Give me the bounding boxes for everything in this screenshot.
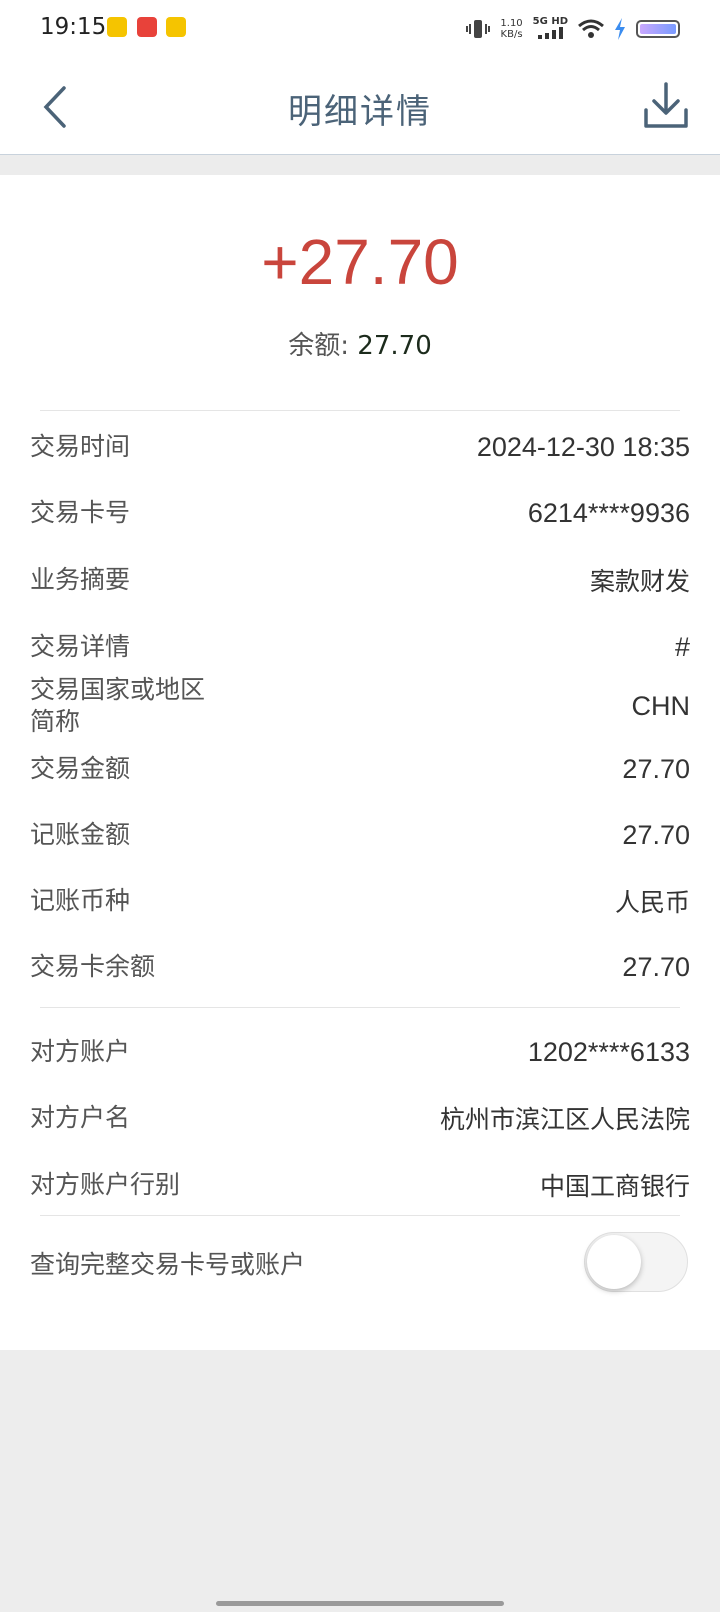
home-indicator[interactable]: [216, 1601, 504, 1606]
counterparty-row-bank: 对方账户行别 中国工商银行: [30, 1153, 690, 1217]
notification-app-icon: [166, 17, 186, 37]
vibrate-icon: [466, 20, 491, 38]
row-label: 对方账户行别: [30, 1170, 181, 1199]
status-bar: 19:15 1.10 KB/s 5G HD: [0, 0, 720, 56]
net-speed-unit: KB/s: [500, 29, 523, 40]
row-label: 业务摘要: [30, 565, 131, 594]
row-value: 案款财发: [589, 567, 690, 596]
net-speed: 1.10 KB/s: [500, 18, 522, 40]
detail-row-transaction-amount: 交易金额 27.70: [30, 737, 690, 801]
detail-card: +27.70 余额: 27.70 交易时间 2024-12-30 18:35 交…: [0, 175, 720, 1350]
row-value: 中国工商银行: [539, 1172, 690, 1201]
row-value: 杭州市滨江区人民法院: [439, 1105, 690, 1134]
detail-row-card-number: 交易卡号 6214****9936: [30, 481, 690, 545]
row-value: CHN: [631, 690, 691, 721]
notification-app-icon: [107, 17, 127, 37]
row-value: 6214****9936: [527, 497, 690, 528]
signal-icon: [538, 27, 564, 39]
detail-row-summary: 业务摘要 案款财发: [30, 548, 690, 612]
row-label: 交易卡余额: [30, 952, 156, 981]
detail-row-posted-amount: 记账金额 27.70: [30, 803, 690, 867]
network-indicator: 5G HD: [533, 16, 568, 42]
download-icon[interactable]: [642, 80, 690, 132]
row-label: 记账币种: [30, 886, 131, 915]
row-label-line1: 交易国家或地区: [30, 675, 206, 704]
net-speed-value: 1.10: [500, 18, 523, 29]
row-value: 2024-12-30 18:35: [476, 431, 690, 462]
row-label: 交易国家或地区 简称: [30, 674, 205, 738]
row-value: #: [674, 631, 690, 662]
detail-row-country: 交易国家或地区 简称 CHN: [30, 672, 690, 740]
divider: [40, 1215, 680, 1216]
row-label: 对方户名: [30, 1103, 131, 1132]
divider: [40, 410, 680, 411]
detail-row-currency: 记账币种 人民币: [30, 869, 690, 933]
separator-band: [0, 155, 720, 175]
balance-label: 余额:: [288, 331, 350, 361]
row-label: 交易卡号: [30, 498, 131, 527]
status-time: 19:15: [40, 14, 107, 40]
row-label-line2: 简称: [30, 707, 81, 736]
detail-row-transaction-time: 交易时间 2024-12-30 18:35: [30, 415, 690, 479]
row-value: 27.70: [622, 951, 690, 982]
row-label: 交易详情: [30, 632, 131, 661]
full-number-toggle[interactable]: [584, 1232, 688, 1292]
notification-app-icon: [137, 17, 157, 37]
row-value: 27.70: [622, 819, 690, 850]
page-title: 明细详情: [288, 92, 432, 132]
network-label: 5G HD: [532, 16, 568, 27]
full-number-toggle-row: 查询完整交易卡号或账户: [30, 1233, 540, 1297]
divider: [40, 1007, 680, 1008]
row-value: 人民币: [614, 888, 690, 917]
detail-row-card-balance: 交易卡余额 27.70: [30, 935, 690, 999]
row-label: 交易金额: [30, 754, 131, 783]
nav-bar: 明细详情: [0, 56, 720, 155]
row-label: 对方账户: [30, 1037, 131, 1066]
status-indicators: 1.10 KB/s 5G HD: [466, 16, 680, 42]
row-value: 1202****6133: [527, 1036, 690, 1067]
row-label: 交易时间: [30, 432, 131, 461]
row-value: 27.70: [622, 753, 690, 784]
balance-line: 余额: 27.70: [0, 325, 720, 362]
toggle-knob: [587, 1235, 641, 1289]
detail-row-transaction-detail: 交易详情 #: [30, 615, 690, 679]
wifi-icon: [578, 19, 604, 38]
row-label: 记账金额: [30, 820, 131, 849]
toggle-label: 查询完整交易卡号或账户: [30, 1250, 306, 1279]
transaction-amount: +27.70: [261, 226, 459, 298]
battery-icon: [636, 20, 680, 38]
counterparty-row-name: 对方户名 杭州市滨江区人民法院: [30, 1086, 690, 1150]
counterparty-row-account: 对方账户 1202****6133: [30, 1020, 690, 1084]
charging-icon: [615, 18, 625, 40]
balance-value: 27.70: [357, 331, 432, 361]
